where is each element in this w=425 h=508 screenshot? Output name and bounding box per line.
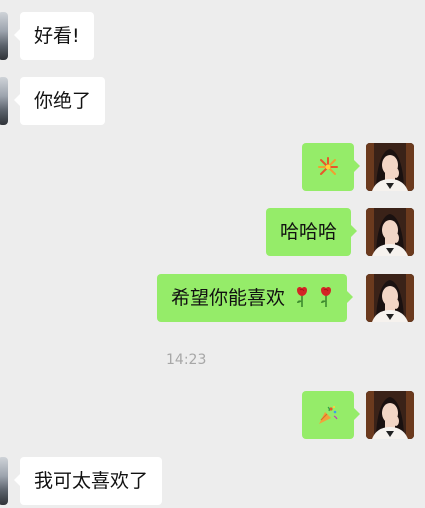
incoming-message[interactable]: 你绝了 bbox=[13, 77, 106, 125]
my-avatar[interactable] bbox=[366, 391, 414, 439]
rose-icon bbox=[297, 286, 308, 307]
my-avatar[interactable] bbox=[366, 143, 414, 191]
outgoing-emoji-message[interactable] bbox=[302, 143, 360, 191]
chat-window: 好看! 你绝了 哈哈哈 希望你能喜欢 14:23 我可太喜欢了 bbox=[0, 0, 425, 508]
contact-avatar[interactable] bbox=[0, 12, 8, 60]
my-avatar[interactable] bbox=[366, 208, 414, 256]
contact-avatar[interactable] bbox=[0, 457, 8, 505]
message-text: 哈哈哈 bbox=[280, 221, 338, 243]
message-text: 希望你能喜欢 bbox=[171, 287, 286, 309]
message-text: 你绝了 bbox=[34, 90, 92, 112]
outgoing-emoji-message[interactable] bbox=[302, 391, 360, 439]
firework-sticker-icon bbox=[318, 157, 338, 175]
incoming-message[interactable]: 好看! bbox=[14, 12, 94, 60]
outgoing-message[interactable]: 哈哈哈 bbox=[266, 208, 358, 256]
message-text: 我可太喜欢了 bbox=[34, 470, 149, 492]
incoming-message[interactable]: 我可太喜欢了 bbox=[13, 457, 163, 505]
contact-avatar[interactable] bbox=[0, 77, 8, 125]
party-popper-sticker-icon bbox=[319, 405, 338, 424]
my-avatar[interactable] bbox=[366, 274, 414, 322]
rose-icon bbox=[321, 286, 332, 307]
message-text: 好看! bbox=[34, 25, 80, 47]
outgoing-message[interactable]: 希望你能喜欢 bbox=[157, 274, 354, 322]
message-timestamp: 14:23 bbox=[166, 352, 207, 368]
